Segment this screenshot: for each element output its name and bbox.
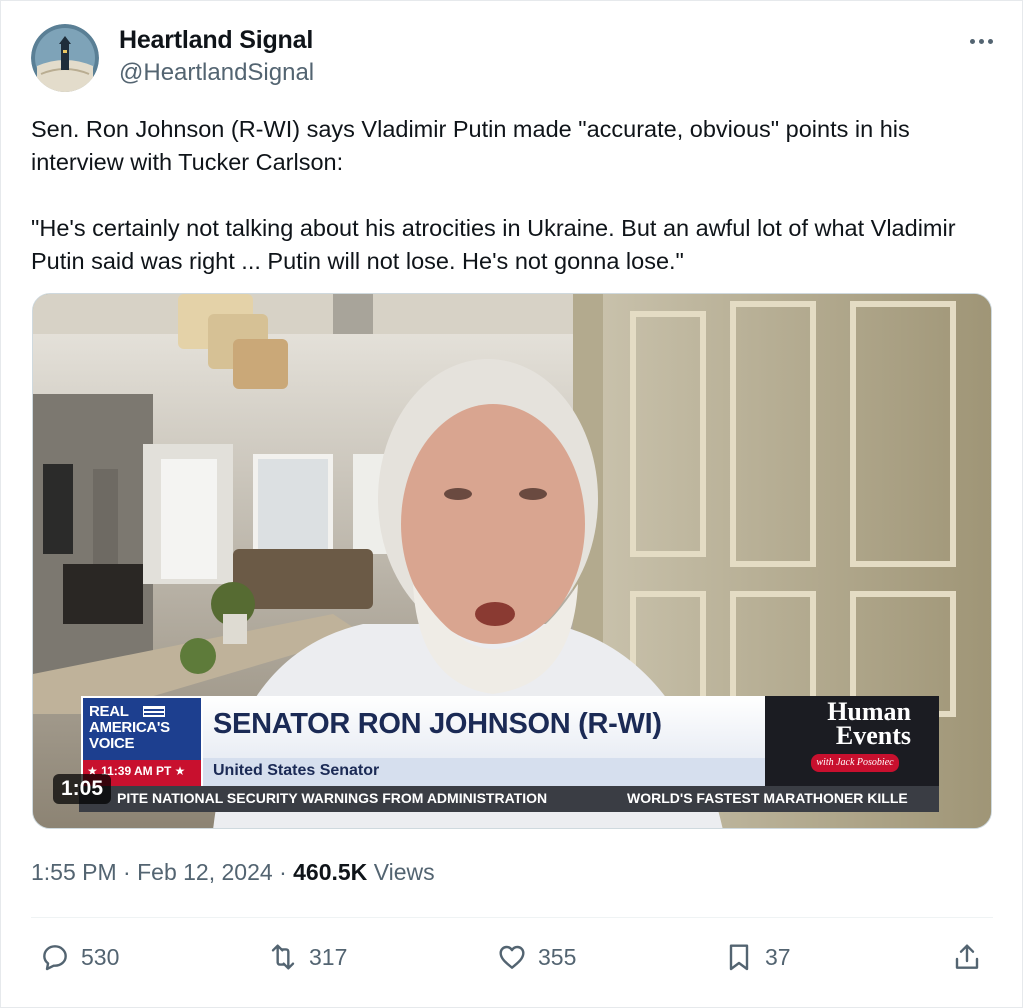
like-button[interactable]: 355 — [496, 937, 576, 977]
repost-button[interactable]: 317 — [267, 937, 347, 977]
tweet-meta: 1:55 PM · Feb 12, 2024 · 460.5K Views — [31, 859, 435, 886]
author-name[interactable]: Heartland Signal — [119, 26, 313, 55]
chyron-title-bar: United States Senator — [203, 758, 765, 786]
share-icon — [955, 944, 979, 969]
repost-count: 317 — [309, 943, 348, 970]
tweet-date[interactable]: Feb 12, 2024 — [137, 859, 273, 885]
more-options-button[interactable] — [961, 25, 1001, 57]
broadcast-time-text: 11:39 AM PT — [101, 764, 172, 778]
views-label: Views — [373, 859, 435, 885]
more-dot-icon — [987, 38, 993, 44]
video-duration-badge: 1:05 — [53, 774, 112, 804]
bookmark-button[interactable]: 37 — [723, 937, 791, 977]
heart-icon — [499, 945, 525, 969]
bookmark-icon — [729, 944, 749, 971]
share-button[interactable] — [951, 937, 983, 977]
tweet-card: Heartland Signal @HeartlandSignal Sen. R… — [0, 0, 1023, 1008]
more-dot-icon — [969, 38, 975, 44]
chyron-name: SENATOR RON JOHNSON (R-WI) — [213, 708, 662, 740]
tweet-paragraph: Sen. Ron Johnson (R-WI) says Vladimir Pu… — [31, 116, 910, 175]
video-player[interactable]: REAL AMERICA'S VOICE ★ 11:39 AM PT ★ SEN… — [32, 293, 992, 829]
chyron-title: United States Senator — [213, 762, 380, 779]
real-americas-voice-logo: REAL AMERICA'S VOICE ★ 11:39 AM PT ★ — [81, 696, 203, 786]
chyron-name-bar: SENATOR RON JOHNSON (R-WI) — [203, 696, 765, 758]
flag-icon — [143, 706, 165, 717]
tweet-text: Sen. Ron Johnson (R-WI) says Vladimir Pu… — [31, 113, 991, 278]
reply-count: 530 — [81, 943, 120, 970]
heartland-signal-logo-icon — [31, 24, 99, 92]
more-dot-icon — [978, 38, 984, 44]
repost-icon — [271, 944, 295, 970]
show-logo-text: Human Events — [827, 697, 911, 750]
like-count: 355 — [538, 943, 577, 970]
news-chyron: REAL AMERICA'S VOICE ★ 11:39 AM PT ★ SEN… — [81, 696, 939, 786]
ticker-text-left: PITE NATIONAL SECURITY WARNINGS FROM ADM… — [117, 790, 548, 806]
reply-icon — [43, 945, 67, 971]
ticker-text-right: WORLD'S FASTEST MARATHONER KILLE — [627, 790, 908, 806]
reply-button[interactable]: 530 — [39, 937, 119, 977]
bookmark-count: 37 — [765, 943, 791, 970]
meta-separator: · — [279, 859, 287, 885]
tweet-time[interactable]: 1:55 PM — [31, 859, 117, 885]
tweet-paragraph: "He's certainly not talking about his at… — [31, 215, 956, 274]
author-handle[interactable]: @HeartlandSignal — [119, 59, 314, 87]
news-ticker: PITE NATIONAL SECURITY WARNINGS FROM ADM… — [79, 786, 939, 812]
divider — [31, 917, 993, 918]
human-events-logo: Human Events with Jack Posobiec — [765, 696, 939, 786]
views-count: 460.5K — [293, 859, 368, 885]
show-host-text: with Jack Posobiec — [811, 754, 899, 772]
author-avatar[interactable] — [31, 24, 99, 92]
meta-separator: · — [123, 859, 131, 885]
